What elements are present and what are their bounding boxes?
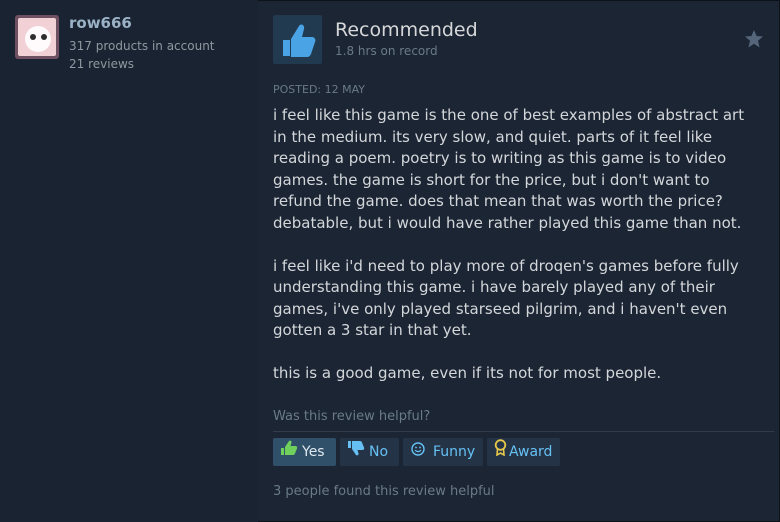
smiley-icon <box>411 438 425 466</box>
username[interactable]: row666 <box>69 13 132 33</box>
avatar-eye-right <box>41 34 47 40</box>
no-label: No <box>369 444 389 460</box>
star-icon <box>745 30 763 48</box>
review-body: i feel like this game is the one of best… <box>273 105 758 406</box>
review-paragraph: i feel like this game is the one of best… <box>273 106 745 232</box>
funny-label: Funny <box>433 444 476 460</box>
thumbs-down-icon <box>347 438 365 466</box>
products-count[interactable]: 317 products in account <box>69 39 215 54</box>
award-label: Award <box>509 444 553 460</box>
divider <box>273 431 774 432</box>
award-button[interactable]: Award <box>487 438 560 466</box>
no-button[interactable]: No <box>340 438 399 466</box>
reviews-count[interactable]: 21 reviews <box>69 57 134 72</box>
yes-label: Yes <box>302 444 325 460</box>
recommendation-title[interactable]: Recommended <box>335 17 478 43</box>
award-star-icon[interactable] <box>744 29 764 49</box>
thumbs-up-icon <box>280 438 298 466</box>
hours-on-record: 1.8 hrs on record <box>335 44 438 58</box>
posted-date: POSTED: 12 MAY <box>273 83 365 96</box>
review-paragraph: this is a good game, even if its not for… <box>273 364 662 382</box>
recommended-badge[interactable] <box>273 15 322 64</box>
avatar[interactable] <box>15 15 59 59</box>
award-icon <box>494 438 507 466</box>
helpful-count: 3 people found this review helpful <box>273 484 495 499</box>
avatar-eye-left <box>30 34 36 40</box>
helpful-question: Was this review helpful? <box>273 409 431 424</box>
avatar-face <box>25 26 51 52</box>
thumbs-up-icon <box>283 24 316 57</box>
reviewer-panel <box>0 0 258 522</box>
review-paragraph: i feel like i'd need to play more of dro… <box>273 256 739 340</box>
yes-button[interactable]: Yes <box>273 438 336 466</box>
funny-button[interactable]: Funny <box>403 438 483 466</box>
